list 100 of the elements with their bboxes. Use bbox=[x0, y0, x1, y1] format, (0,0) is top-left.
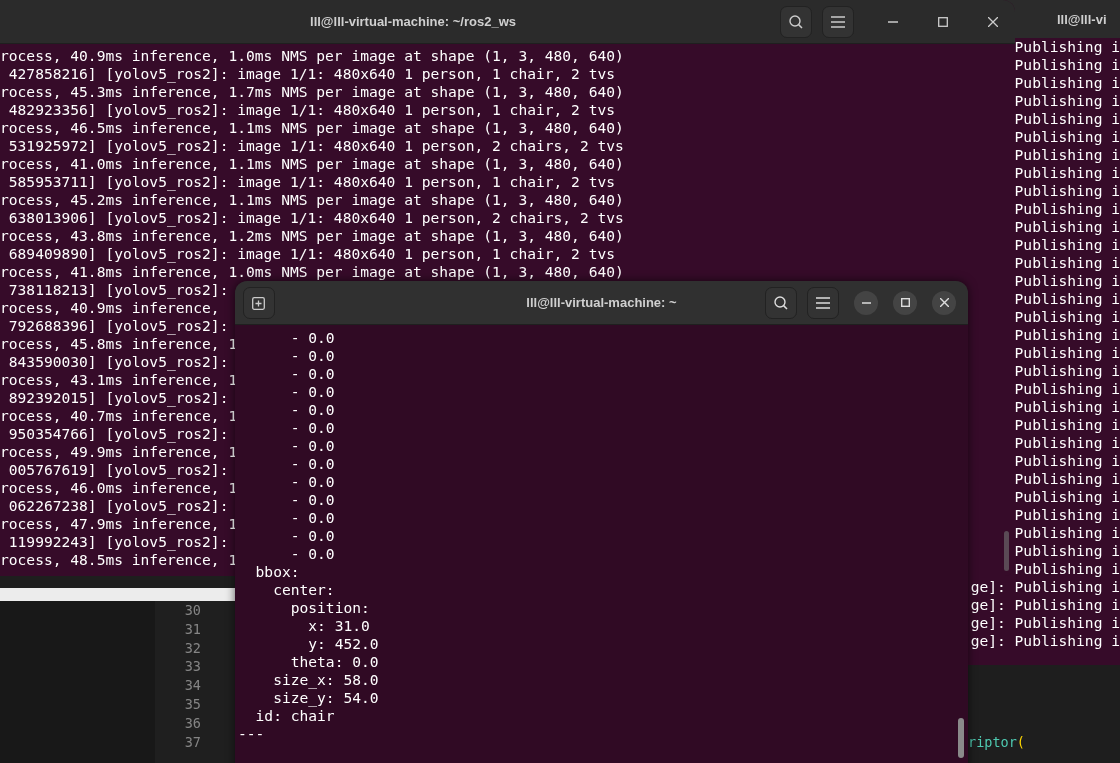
terminal-line: y: 452.0 bbox=[307, 635, 379, 652]
terminal-line: Publishing i bbox=[1014, 38, 1120, 55]
terminal-line: center: bbox=[272, 581, 335, 598]
new-tab-button[interactable] bbox=[243, 286, 275, 319]
menu-icon bbox=[831, 15, 845, 28]
minimize-icon bbox=[888, 20, 898, 23]
terminal-line: theta: 0.0 bbox=[289, 653, 379, 670]
line-number: 30 bbox=[184, 602, 201, 618]
terminal-line: ge]: Publishing i bbox=[970, 578, 1120, 595]
terminal-line: Publishing i bbox=[1014, 416, 1120, 433]
terminal-line: Publishing i bbox=[1014, 488, 1120, 505]
terminal-line: bbox: bbox=[254, 563, 300, 580]
terminal-line: x: 31.0 bbox=[307, 617, 370, 634]
terminal-line: 005767619] [yolov5_ros2]: bbox=[7, 461, 229, 478]
terminal-line: - 0.0 bbox=[289, 419, 335, 436]
terminal-line: - 0.0 bbox=[289, 383, 335, 400]
terminal-line: Publishing i bbox=[1014, 128, 1120, 145]
window-title: lll@lll-vi bbox=[1057, 11, 1107, 27]
search-icon bbox=[788, 13, 804, 30]
terminal-line: Publishing i bbox=[1014, 362, 1120, 379]
terminal-line: Publishing i bbox=[1014, 74, 1120, 91]
terminal-line: Publishing i bbox=[1014, 92, 1120, 109]
line-number: 31 bbox=[184, 620, 201, 637]
line-number: 32 bbox=[184, 639, 201, 656]
terminal-line: 482923356] [yolov5_ros2]: image 1/1: 480x640 1 person, 1 chair, 2 tvs bbox=[7, 101, 616, 118]
terminal-line: Publishing i bbox=[1014, 56, 1120, 73]
terminal-line: size_y: 54.0 bbox=[272, 689, 379, 706]
terminal-line: 585953711] [yolov5_ros2]: image 1/1: 480x640 1 person, 1 chair, 2 tvs bbox=[7, 173, 616, 190]
terminal-line: Publishing i bbox=[1014, 380, 1120, 397]
menu-button[interactable] bbox=[822, 5, 854, 38]
search-button[interactable] bbox=[780, 5, 812, 38]
terminal-line: Publishing i bbox=[1014, 470, 1120, 487]
terminal-line: ge]: Publishing i bbox=[970, 632, 1120, 649]
close-icon bbox=[939, 298, 949, 307]
terminal-line: Publishing i bbox=[1014, 164, 1120, 181]
terminal-line: Publishing i bbox=[1014, 290, 1120, 307]
terminal-line: Publishing i bbox=[1014, 434, 1120, 451]
terminal-line: 738118213] [yolov5_ros2]: bbox=[7, 281, 229, 298]
terminal-line: - 0.0 bbox=[289, 509, 335, 526]
terminal-line: 119992243] [yolov5_ros2]: bbox=[7, 533, 229, 550]
search-icon bbox=[773, 294, 789, 311]
terminal-line: Publishing i bbox=[1014, 146, 1120, 163]
terminal-line: 689409890] [yolov5_ros2]: image 1/1: 480x640 1 person, 1 chair, 2 tvs bbox=[7, 245, 616, 262]
terminal-line: --- bbox=[238, 725, 265, 742]
terminal-line: rocess, 45.3ms inference, 1.7ms NMS per image at shape (1, 3, 480, 640) bbox=[0, 83, 624, 100]
terminal-line: Publishing i bbox=[1014, 326, 1120, 343]
terminal-line: Publishing i bbox=[1014, 308, 1120, 325]
terminal-line: Publishing i bbox=[1014, 344, 1120, 361]
maximize-icon bbox=[938, 16, 948, 27]
terminal-line: 792688396] [yolov5_ros2]: bbox=[7, 317, 229, 334]
terminal-line: id: chair bbox=[254, 707, 335, 724]
terminal-line: Publishing i bbox=[1014, 524, 1120, 541]
terminal-line: - 0.0 bbox=[289, 401, 335, 418]
terminal-line: - 0.0 bbox=[289, 329, 335, 346]
minimize-button[interactable] bbox=[854, 290, 878, 315]
terminal-line: - 0.0 bbox=[289, 491, 335, 508]
terminal-line: rocess, 40.9ms inference, bbox=[0, 299, 220, 316]
menu-icon bbox=[816, 296, 830, 309]
terminal-line: rocess, 43.8ms inference, 1.2ms NMS per image at shape (1, 3, 480, 640) bbox=[0, 227, 624, 244]
menu-button[interactable] bbox=[807, 286, 839, 319]
terminal-line: 638013906] [yolov5_ros2]: image 1/1: 480x640 1 person, 2 chairs, 2 tvs bbox=[7, 209, 624, 226]
terminal-line: 062267238] [yolov5_ros2]: bbox=[7, 497, 229, 514]
line-number: 33 bbox=[184, 658, 201, 675]
terminal-line: position: bbox=[289, 599, 370, 616]
terminal-line: Publishing i bbox=[1014, 200, 1120, 217]
search-button[interactable] bbox=[765, 286, 797, 319]
terminal-line: Publishing i bbox=[1014, 254, 1120, 271]
close-icon bbox=[988, 16, 998, 27]
terminal-line: rocess, 45.2ms inference, 1.1ms NMS per image at shape (1, 3, 480, 640) bbox=[0, 191, 624, 208]
terminal-line: Publishing i bbox=[1014, 218, 1120, 235]
terminal-line: 892392015] [yolov5_ros2]: bbox=[7, 389, 229, 406]
terminal-line: - 0.0 bbox=[289, 527, 335, 544]
terminal-line: - 0.0 bbox=[289, 455, 335, 472]
terminal-line: - 0.0 bbox=[289, 473, 335, 490]
terminal-line: 950354766] [yolov5_ros2]: bbox=[7, 425, 229, 442]
terminal-line: Publishing i bbox=[1014, 236, 1120, 253]
code-text: riptor( bbox=[968, 733, 1025, 750]
terminal-line: size_x: 58.0 bbox=[272, 671, 379, 688]
terminal-line: 427858216] [yolov5_ros2]: image 1/1: 480x640 1 person, 1 chair, 2 tvs bbox=[7, 65, 616, 82]
maximize-button[interactable] bbox=[893, 290, 917, 315]
line-number: 36 bbox=[184, 714, 201, 731]
scrollbar[interactable] bbox=[958, 718, 964, 758]
terminal-line: Publishing i bbox=[1014, 560, 1120, 577]
terminal-line: Publishing i bbox=[1014, 452, 1120, 469]
terminal-line: rocess, 46.5ms inference, 1.1ms NMS per image at shape (1, 3, 480, 640) bbox=[0, 119, 624, 136]
terminal-line: - 0.0 bbox=[289, 347, 335, 364]
terminal-line: 531925972] [yolov5_ros2]: image 1/1: 480x640 1 person, 2 chairs, 2 tvs bbox=[7, 137, 624, 154]
terminal-line: rocess, 40.9ms inference, 1.0ms NMS per image at shape (1, 3, 480, 640) bbox=[0, 47, 624, 64]
terminal-line: Publishing i bbox=[1014, 272, 1120, 289]
window-title: lll@lll-virtual-machine: ~/ros2_ws bbox=[310, 14, 516, 29]
scrollbar[interactable] bbox=[1004, 531, 1009, 571]
close-button[interactable] bbox=[932, 290, 956, 315]
terminal-line: rocess, 41.8ms inference, 1.0ms NMS per image at shape (1, 3, 480, 640) bbox=[0, 263, 624, 280]
terminal-line: - 0.0 bbox=[289, 437, 335, 454]
line-number: 35 bbox=[184, 696, 201, 712]
window-title: lll@lll-virtual-machine: ~ bbox=[526, 295, 677, 310]
plus-in-square-icon bbox=[251, 295, 267, 310]
terminal-line: ge]: Publishing i bbox=[970, 614, 1120, 631]
minimize-icon bbox=[861, 301, 871, 304]
line-number: 34 bbox=[184, 677, 201, 694]
